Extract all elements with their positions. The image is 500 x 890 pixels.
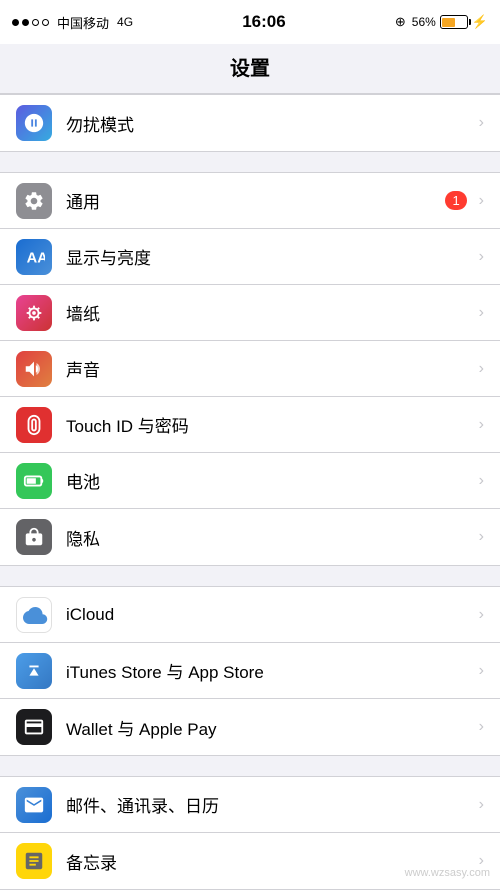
battery-fill [442, 18, 455, 27]
row-notes[interactable]: 备忘录 › [0, 833, 500, 889]
battery-label: 电池 [66, 468, 475, 493]
sounds-icon [23, 358, 45, 380]
general-icon [23, 190, 45, 212]
signal-dot-3 [32, 19, 39, 26]
dnd-chevron: › [479, 114, 484, 132]
carrier-label: 中国移动 [57, 13, 109, 32]
privacy-chevron: › [479, 528, 484, 546]
status-bar: 中国移动 4G 16:06 ⊕ 56% ⚡ [0, 0, 500, 44]
row-mail[interactable]: 邮件、通讯录、日历 › [0, 777, 500, 833]
icloud-label: iCloud [66, 605, 475, 625]
mail-icon-bg [16, 787, 52, 823]
row-general[interactable]: 通用 1 › [0, 173, 500, 229]
touchid-label: Touch ID 与密码 [66, 412, 475, 437]
wallpaper-icon [23, 302, 45, 324]
status-left: 中国移动 4G [12, 13, 133, 32]
itunes-chevron: › [479, 662, 484, 680]
itunes-icon [23, 660, 45, 682]
status-time: 16:06 [242, 12, 285, 32]
dnd-icon-bg [16, 105, 52, 141]
general-label: 通用 [66, 188, 445, 213]
touchid-chevron: › [479, 416, 484, 434]
battery-container: 56% ⚡ [412, 14, 488, 30]
row-wallpaper[interactable]: 墙纸 › [0, 285, 500, 341]
icloud-icon [20, 604, 48, 626]
network-label: 4G [117, 15, 133, 29]
dnd-label: 勿扰模式 [66, 111, 475, 136]
general-badge: 1 [445, 191, 466, 210]
status-right: ⊕ 56% ⚡ [395, 14, 488, 30]
watermark: www.wzsasy.com [405, 867, 490, 879]
signal-dot-4 [42, 19, 49, 26]
display-chevron: › [479, 248, 484, 266]
general-icon-bg [16, 183, 52, 219]
battery-icon [440, 15, 468, 29]
row-touchid[interactable]: Touch ID 与密码 › [0, 397, 500, 453]
section-accounts: iCloud › iTunes Store 与 App Store › Wall… [0, 586, 500, 756]
touchid-icon [23, 414, 45, 436]
row-icloud[interactable]: iCloud › [0, 587, 500, 643]
battery-settings-icon [23, 470, 45, 492]
wallet-icon [23, 716, 45, 738]
icloud-icon-bg [16, 597, 52, 633]
notes-icon [23, 850, 45, 872]
mail-label: 邮件、通讯录、日历 [66, 792, 475, 817]
general-chevron: › [479, 192, 484, 210]
privacy-icon-bg [16, 519, 52, 555]
sounds-label: 声音 [66, 356, 475, 381]
signal-dot-1 [12, 19, 19, 26]
section-display: 通用 1 › AA 显示与亮度 › [0, 172, 500, 566]
row-sounds[interactable]: 声音 › [0, 341, 500, 397]
wallpaper-icon-bg [16, 295, 52, 331]
privacy-icon [23, 526, 45, 548]
row-wallet[interactable]: Wallet 与 Apple Pay › [0, 699, 500, 755]
dnd-icon [23, 112, 45, 134]
display-label: 显示与亮度 [66, 244, 475, 269]
itunes-label: iTunes Store 与 App Store [66, 658, 475, 683]
display-icon-bg: AA [16, 239, 52, 275]
wallpaper-chevron: › [479, 304, 484, 322]
page-title: 设置 [230, 58, 270, 80]
row-display[interactable]: AA 显示与亮度 › [0, 229, 500, 285]
sounds-chevron: › [479, 360, 484, 378]
sounds-icon-bg [16, 351, 52, 387]
row-itunes[interactable]: iTunes Store 与 App Store › [0, 643, 500, 699]
svg-text:AA: AA [27, 250, 45, 266]
notes-icon-bg [16, 843, 52, 879]
row-privacy[interactable]: 隐私 › [0, 509, 500, 565]
row-dnd[interactable]: 勿扰模式 › [0, 95, 500, 151]
signal-dots [12, 19, 49, 26]
battery-chevron: › [479, 472, 484, 490]
mail-icon [23, 794, 45, 816]
icloud-chevron: › [479, 606, 484, 624]
battery-percent: 56% [412, 15, 436, 29]
wallet-chevron: › [479, 718, 484, 736]
mail-chevron: › [479, 796, 484, 814]
nav-header: 设置 [0, 44, 500, 94]
section-dnd: 勿扰模式 › [0, 94, 500, 152]
wallet-icon-bg [16, 709, 52, 745]
signal-dot-2 [22, 19, 29, 26]
privacy-label: 隐私 [66, 525, 475, 550]
orientation-lock-icon: ⊕ [395, 14, 406, 30]
battery-settings-icon-bg [16, 463, 52, 499]
wallpaper-label: 墙纸 [66, 300, 475, 325]
charging-icon: ⚡ [472, 14, 488, 30]
itunes-icon-bg [16, 653, 52, 689]
display-icon: AA [23, 246, 45, 268]
row-battery[interactable]: 电池 › [0, 453, 500, 509]
wallet-label: Wallet 与 Apple Pay [66, 715, 475, 740]
touchid-icon-bg [16, 407, 52, 443]
